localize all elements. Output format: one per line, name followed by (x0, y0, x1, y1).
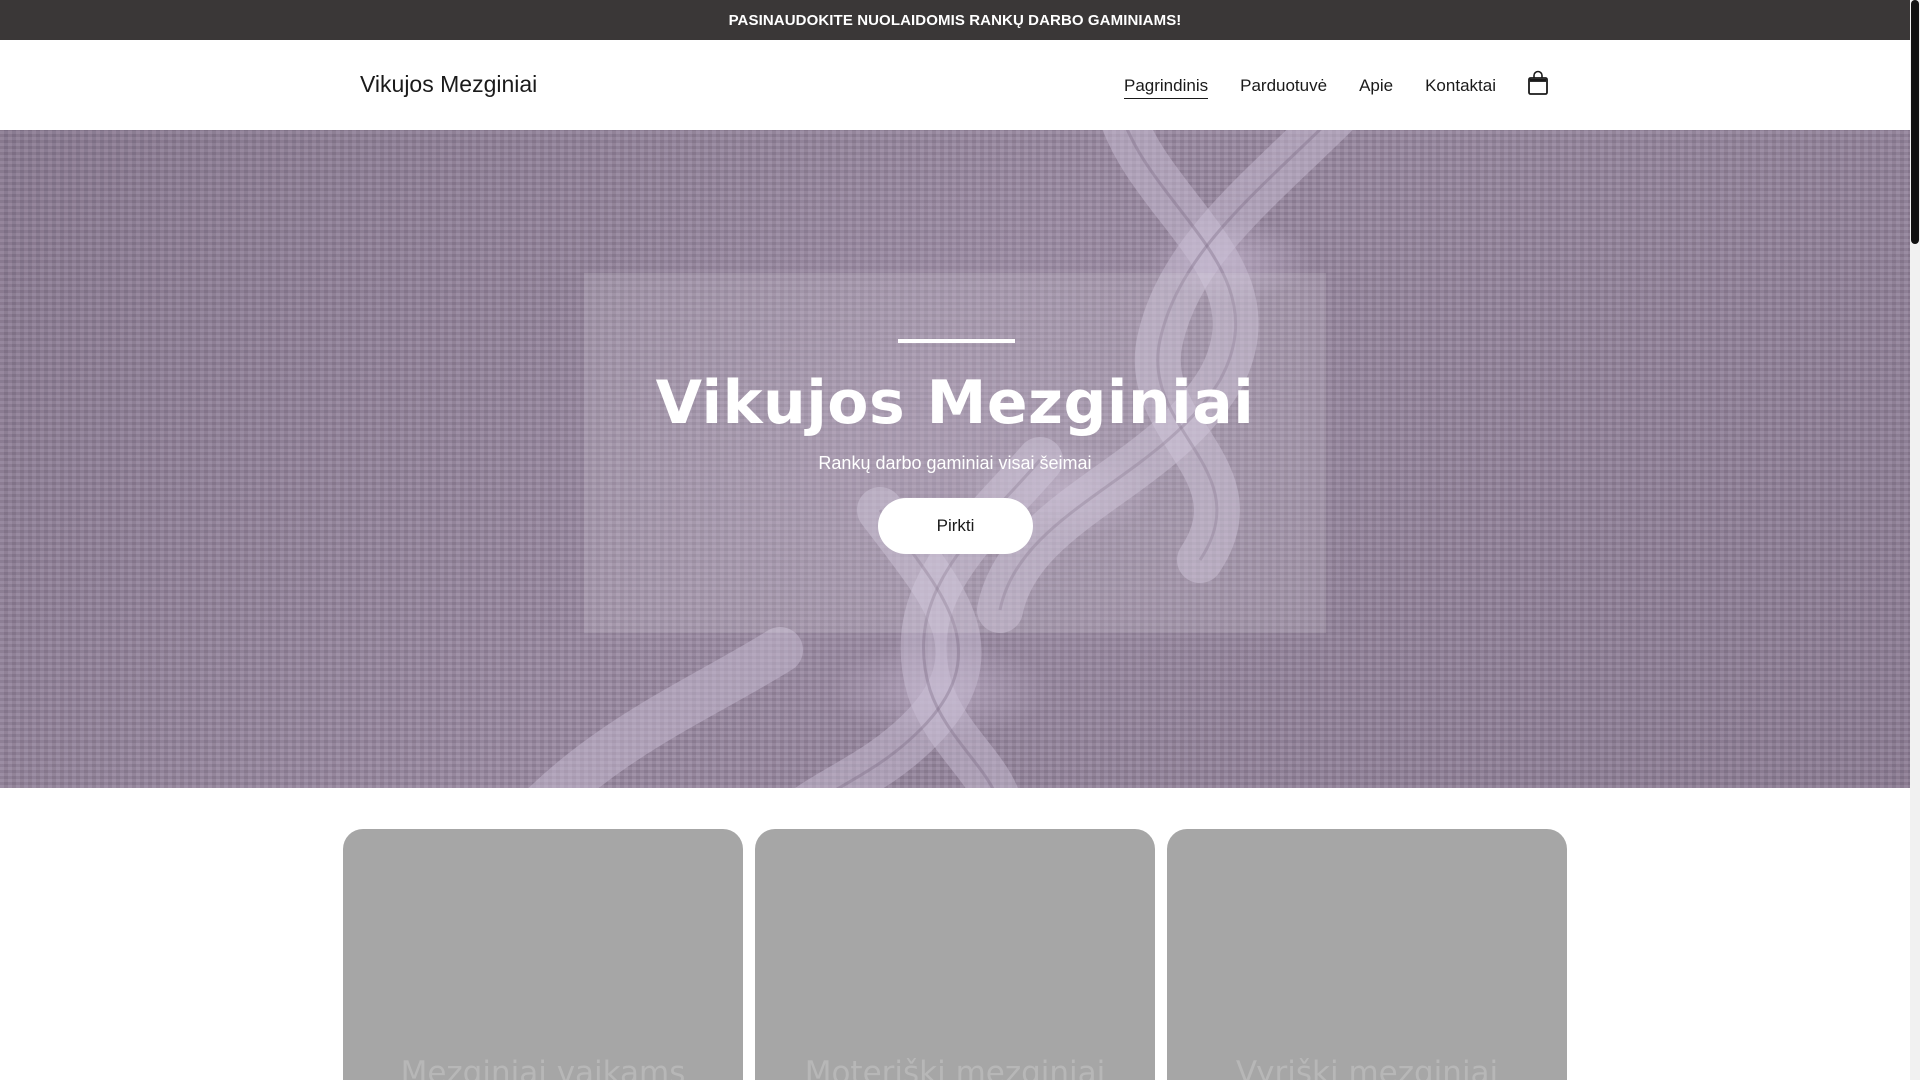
shop-button[interactable]: Pirkti (878, 498, 1033, 554)
nav-item-parduotuve[interactable]: Parduotuvė (1240, 76, 1327, 98)
hero-divider-line (898, 339, 1015, 343)
category-card-title: Moteriški mezginiai (804, 1055, 1106, 1080)
announcement-text: PASINAUDOKITE NUOLAIDOMIS RANKŲ DARBO GA… (728, 11, 1182, 29)
nav-item-apie[interactable]: Apie (1359, 76, 1393, 98)
site-logo[interactable]: Vikujos Mezginiai (360, 71, 537, 98)
site-header: Vikujos Mezginiai Pagrindinis Parduotuvė… (0, 40, 1910, 130)
hero-subtitle: Rankų darbo gaminiai visai šeimai (818, 453, 1092, 473)
category-cards: Mezginiai vaikams Moteriški mezginiai Vy… (343, 829, 1567, 1080)
page: PASINAUDOKITE NUOLAIDOMIS RANKŲ DARBO GA… (0, 0, 1920, 1080)
main-nav: Pagrindinis Parduotuvė Apie Kontaktai (1124, 75, 1496, 99)
category-card-kids[interactable]: Mezginiai vaikams (343, 829, 743, 1080)
hero-title: Vikujos Mezginiai (655, 368, 1255, 438)
nav-item-pagrindinis[interactable]: Pagrindinis (1124, 76, 1209, 99)
shopping-bag-icon[interactable] (1527, 70, 1549, 96)
category-card-men[interactable]: Vyriški mezginiai (1167, 829, 1567, 1080)
category-card-title: Vyriški mezginiai (1235, 1055, 1499, 1080)
nav-item-kontaktai[interactable]: Kontaktai (1425, 76, 1496, 98)
category-card-title: Mezginiai vaikams (400, 1055, 686, 1080)
announcement-bar: PASINAUDOKITE NUOLAIDOMIS RANKŲ DARBO GA… (0, 0, 1910, 40)
category-card-women[interactable]: Moteriški mezginiai (755, 829, 1155, 1080)
scrollbar-thumb[interactable] (1911, 0, 1919, 244)
hero-banner: Vikujos Mezginiai Rankų darbo gaminiai v… (0, 130, 1910, 788)
